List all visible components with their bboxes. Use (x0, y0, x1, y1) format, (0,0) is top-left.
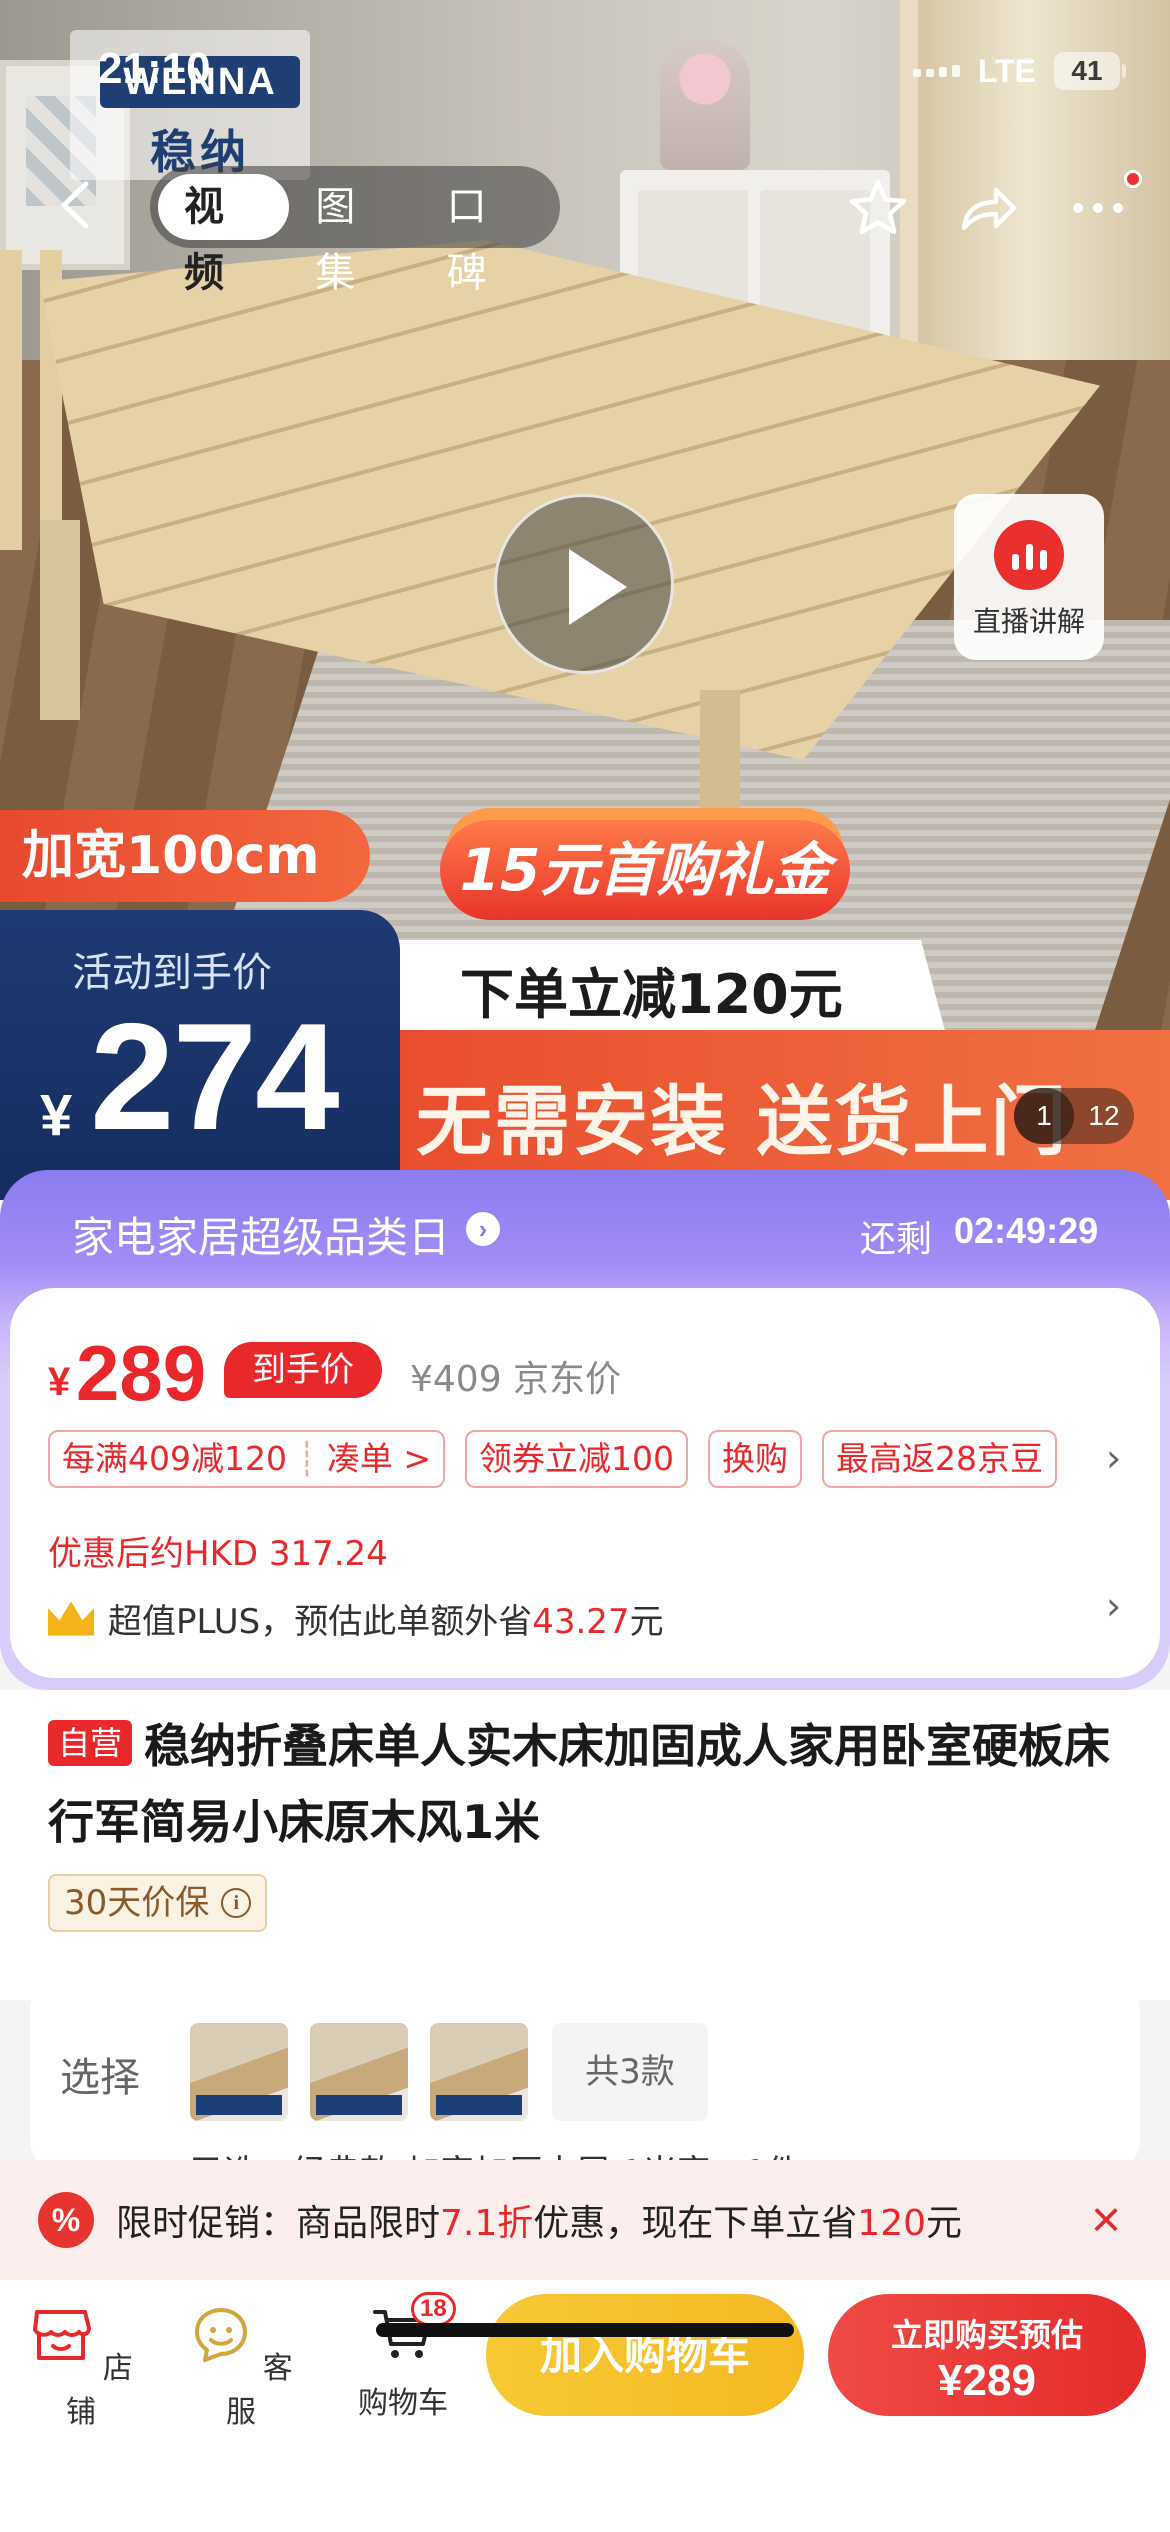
variant-thumbnail[interactable] (430, 2023, 528, 2121)
event-title[interactable]: 家电家居超级品类日 (72, 1204, 450, 1265)
shop-icon (33, 2310, 92, 2360)
pager-current: 1 (1014, 1088, 1074, 1144)
favorite-star-icon[interactable] (846, 176, 910, 240)
coupon-chip-action[interactable]: 凑单 > (327, 1439, 431, 1478)
coupons-chevron-icon[interactable]: › (1106, 1436, 1121, 1480)
pager-total: 12 (1088, 1100, 1120, 1131)
back-icon[interactable] (52, 180, 102, 230)
cart-button[interactable]: 18 购物车 (338, 2292, 468, 2422)
variant-thumbnail[interactable] (190, 2023, 288, 2121)
flash-sale-bar[interactable]: % 限时促销：商品限时7.1折优惠，现在下单立省120元 × (0, 2160, 1170, 2280)
coupon-chip-exchange[interactable]: 换购 (708, 1430, 802, 1488)
customer-service-button[interactable]: 客服 (176, 2302, 306, 2431)
self-operated-badge: 自营 (48, 1720, 133, 1766)
coupon-chip-instant[interactable]: 领券立减100 (465, 1430, 688, 1488)
more-icon[interactable] (1066, 176, 1130, 240)
final-price-currency: ¥ (48, 1360, 71, 1404)
hero-vase (660, 40, 750, 170)
plus-text: 超值PLUS，预估此单额外省 (108, 1602, 533, 1642)
event-chevron-icon[interactable]: › (466, 1212, 500, 1246)
home-indicator[interactable] (376, 2323, 794, 2337)
slogan-text: 无需安装 送货上门 (416, 1077, 1069, 1166)
media-tabs: 视频 图集 口碑 (150, 166, 560, 296)
original-price: ¥409 京东价 (410, 1359, 622, 1400)
cart-label: 购物车 (358, 2386, 448, 2421)
crown-icon (48, 1601, 94, 1636)
status-time: 21:10 (98, 44, 211, 93)
activity-price-currency: ¥ (40, 1083, 73, 1148)
buy-now-label: 立即购买预估 (890, 2316, 1083, 2354)
coupon-chips: 每满409减120 ┊ 凑单 > 领券立减100 换购 最高返28京豆 (48, 1430, 1057, 1488)
hero-bed-leg (40, 520, 80, 720)
product-detail-page: WENNA 稳纳 加宽100cm 15元首购礼金 下单立减120元 无需安装 送… (0, 0, 1170, 2532)
add-to-cart-button[interactable]: 加入购物车 (486, 2294, 804, 2416)
discount-percent-icon: % (38, 2192, 94, 2248)
live-explain-button[interactable]: 直播讲解 (954, 494, 1104, 660)
tab-video[interactable]: 视频 (158, 174, 290, 296)
product-title-block: 自营 稳纳折叠床单人实木床加固成人家用卧室硬板床行军简易小床原木风1米 30天价保… (0, 1690, 1170, 2000)
network-label: LTE (977, 52, 1036, 89)
buy-now-price: ¥289 (938, 2356, 1036, 2405)
tab-reviews[interactable]: 口碑 (421, 174, 552, 296)
width-badge: 加宽100cm (0, 810, 370, 902)
price-protection-badge[interactable]: 30天价保 i (48, 1874, 268, 1932)
shop-button[interactable]: 店铺 (16, 2302, 146, 2431)
signal-icon (912, 65, 960, 77)
customer-service-icon (195, 2308, 248, 2362)
discount-text: 下单立减120元 (460, 963, 843, 1026)
notification-dot (1124, 170, 1142, 188)
plus-amount: 43.27 (532, 1602, 630, 1642)
play-video-button[interactable] (494, 494, 674, 674)
price-card: ¥ 289 到手价 ¥409 京东价 每满409减120 ┊ 凑单 > 领券立减10… (10, 1288, 1160, 1678)
variant-label: 选择 (60, 2055, 140, 2101)
event-countdown: 02:49:29 (954, 1210, 1099, 1251)
final-price-tag: 到手价 (224, 1342, 382, 1398)
flash-sale-text: 限时促销：商品限时7.1折优惠，现在下单立省120元 (116, 2203, 963, 2244)
coupon-chip-label: 每满409减120 (62, 1439, 287, 1478)
variant-selector[interactable]: 选择 共3款 已选：经典款-加宽加厚十层 1米宽，1件 (30, 1975, 1140, 2193)
event-banner: 家电家居超级品类日 › 还剩 02:49:29 ¥ 289 到手价 ¥409 京… (0, 1170, 1170, 1690)
status-indicators: LTE 41 (912, 52, 1126, 90)
cart-count-badge: 18 (411, 2292, 456, 2326)
gift-badge: 15元首购礼金 (440, 820, 850, 920)
final-price: 289 (76, 1329, 207, 1417)
info-icon: i (221, 1888, 252, 1918)
plus-suffix: 元 (629, 1602, 664, 1642)
product-title-text: 稳纳折叠床单人实木床加固成人家用卧室硬板床行军简易小床原木风1米 (48, 1719, 1111, 1849)
battery-icon: 41 (1054, 52, 1126, 90)
product-title: 自营 稳纳折叠床单人实木床加固成人家用卧室硬板床行军简易小床原木风1米 (48, 1708, 1128, 1860)
bottom-action-bar: 店铺 客服 18 购物车 加入购物车 立即购买预估 ¥289 (0, 2280, 1170, 2532)
event-remaining-label: 还剩 (860, 1219, 933, 1260)
live-bars-icon (994, 520, 1064, 590)
buy-now-button[interactable]: 立即购买预估 ¥289 (828, 2294, 1146, 2416)
share-icon[interactable] (956, 176, 1020, 240)
hkd-price: 优惠后约HKD 317.24 (48, 1534, 388, 1574)
image-pager: 1 12 (1014, 1088, 1134, 1144)
price-protection-label: 30天价保 (64, 1883, 210, 1923)
variant-thumbnail[interactable] (310, 2023, 408, 2121)
plus-chevron-icon[interactable]: › (1106, 1584, 1121, 1628)
coupon-chip-beans[interactable]: 最高返28京豆 (822, 1430, 1057, 1488)
live-label: 直播讲解 (972, 605, 1085, 638)
activity-price-value: 274 (90, 992, 340, 1162)
plus-savings-row[interactable]: 超值PLUS，预估此单额外省43.27元 (48, 1594, 664, 1643)
activity-price-panel: 活动到手价 ¥ 274 (0, 910, 400, 1200)
variant-count[interactable]: 共3款 (552, 2023, 708, 2121)
close-icon[interactable]: × (1084, 2194, 1128, 2246)
tab-gallery[interactable]: 图集 (289, 174, 420, 296)
coupon-chip-full-reduction[interactable]: 每满409减120 ┊ 凑单 > (48, 1430, 445, 1488)
